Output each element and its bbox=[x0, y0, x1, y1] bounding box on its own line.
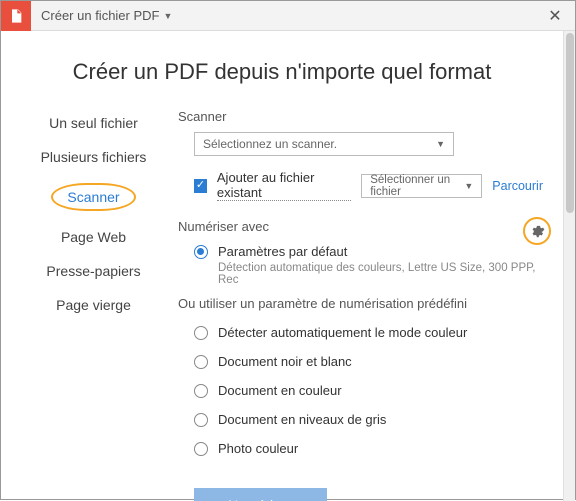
radio-label: Document en couleur bbox=[218, 383, 342, 398]
radio-preset-grayscale[interactable]: Document en niveaux de gris bbox=[194, 412, 543, 427]
settings-button[interactable] bbox=[523, 217, 551, 245]
preset-section-label: Ou utiliser un paramètre de numérisation… bbox=[178, 296, 543, 311]
chevron-down-icon: ▼ bbox=[464, 181, 473, 191]
close-button[interactable]: ✕ bbox=[535, 1, 575, 31]
append-checkbox[interactable]: ✓ bbox=[194, 179, 207, 193]
sidebar-item-web-page[interactable]: Page Web bbox=[21, 229, 166, 245]
radio-input[interactable] bbox=[194, 413, 208, 427]
preset-list: Détecter automatiquement le mode couleur… bbox=[178, 325, 543, 456]
scroll-area: Créer un PDF depuis n'importe quel forma… bbox=[1, 31, 563, 501]
browse-link[interactable]: Parcourir bbox=[492, 179, 543, 193]
sidebar-item-blank-page[interactable]: Page vierge bbox=[21, 297, 166, 313]
radio-label: Paramètres par défaut bbox=[218, 244, 543, 259]
window-title-text: Créer un fichier PDF bbox=[41, 8, 159, 23]
scrollbar-track[interactable] bbox=[563, 31, 575, 501]
sidebar-item-clipboard[interactable]: Presse-papiers bbox=[21, 263, 166, 279]
sidebar: Un seul fichier Plusieurs fichiers Scann… bbox=[21, 109, 166, 501]
scanner-select[interactable]: Sélectionnez un scanner. ▼ bbox=[194, 132, 454, 156]
titlebar: Créer un fichier PDF ▼ ✕ bbox=[1, 1, 575, 31]
sidebar-item-scanner[interactable]: Scanner bbox=[51, 183, 135, 211]
radio-input[interactable] bbox=[194, 442, 208, 456]
radio-input[interactable] bbox=[194, 355, 208, 369]
radio-preset-color-photo[interactable]: Photo couleur bbox=[194, 441, 543, 456]
radio-sublabel: Détection automatique des couleurs, Lett… bbox=[218, 262, 543, 286]
radio-label: Document noir et blanc bbox=[218, 354, 352, 369]
radio-label: Détecter automatiquement le mode couleur bbox=[218, 325, 467, 340]
app-icon bbox=[1, 1, 31, 31]
scanner-select-value: Sélectionnez un scanner. bbox=[203, 137, 337, 151]
file-select-value: Sélectionner un fichier bbox=[370, 174, 464, 198]
append-checkbox-label: Ajouter au fichier existant bbox=[217, 170, 351, 201]
scan-with-section: Numériser avec Paramètres par défaut Dét… bbox=[178, 219, 543, 286]
scan-button[interactable]: Numériser bbox=[194, 488, 327, 501]
window-title[interactable]: Créer un fichier PDF ▼ bbox=[31, 8, 172, 23]
dropdown-caret-icon: ▼ bbox=[163, 11, 172, 21]
append-row: ✓ Ajouter au fichier existant Sélectionn… bbox=[194, 170, 543, 201]
radio-label: Photo couleur bbox=[218, 441, 298, 456]
radio-input[interactable] bbox=[194, 245, 208, 259]
content: Créer un PDF depuis n'importe quel forma… bbox=[1, 31, 575, 501]
radio-input[interactable] bbox=[194, 326, 208, 340]
sidebar-item-multiple-files[interactable]: Plusieurs fichiers bbox=[21, 149, 166, 165]
scan-with-label: Numériser avec bbox=[178, 219, 543, 234]
gear-icon bbox=[530, 224, 545, 239]
panel-scanner: Scanner Sélectionnez un scanner. ▼ ✓ Ajo… bbox=[166, 109, 543, 501]
radio-preset-bw[interactable]: Document noir et blanc bbox=[194, 354, 543, 369]
radio-default-settings[interactable]: Paramètres par défaut Détection automati… bbox=[194, 244, 543, 286]
scanner-section-label: Scanner bbox=[178, 109, 543, 124]
chevron-down-icon: ▼ bbox=[436, 139, 445, 149]
sidebar-item-single-file[interactable]: Un seul fichier bbox=[21, 115, 166, 131]
main: Un seul fichier Plusieurs fichiers Scann… bbox=[1, 109, 563, 501]
radio-label: Document en niveaux de gris bbox=[218, 412, 386, 427]
page-header: Créer un PDF depuis n'importe quel forma… bbox=[1, 31, 563, 109]
scrollbar-thumb[interactable] bbox=[566, 33, 574, 213]
file-select[interactable]: Sélectionner un fichier ▼ bbox=[361, 174, 482, 198]
radio-input[interactable] bbox=[194, 384, 208, 398]
radio-preset-color-doc[interactable]: Document en couleur bbox=[194, 383, 543, 398]
radio-preset-auto-color[interactable]: Détecter automatiquement le mode couleur bbox=[194, 325, 543, 340]
